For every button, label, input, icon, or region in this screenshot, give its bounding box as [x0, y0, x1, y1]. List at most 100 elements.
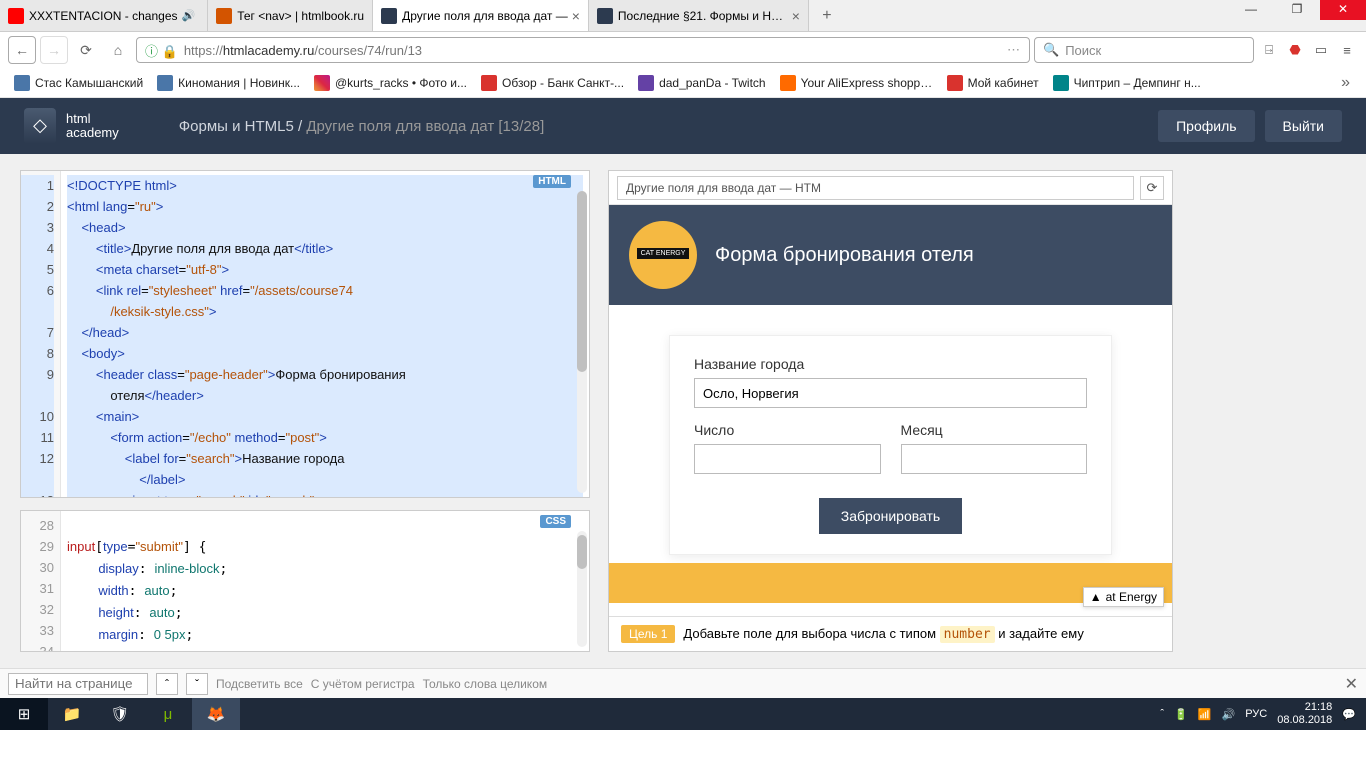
match-case-option[interactable]: С учётом регистра [311, 677, 415, 691]
css-editor[interactable]: CSS 28293031323334 input[type="submit"] … [20, 510, 590, 652]
html-editor[interactable]: HTML 123456 789 101112 13 <!DOCTYPE html… [20, 170, 590, 498]
site-icon [481, 75, 497, 91]
scrollbar[interactable] [577, 531, 587, 647]
close-button[interactable]: ✕ [1320, 0, 1366, 20]
submit-button[interactable]: Забронировать [819, 498, 962, 534]
preview-reload-button[interactable]: ⟳ [1140, 176, 1164, 200]
back-button[interactable]: ← [8, 36, 36, 64]
tab-label: Последние §21. Формы и HTM [618, 9, 788, 23]
search-placeholder: Поиск [1065, 43, 1101, 58]
preview-title: Форма бронирования отеля [715, 244, 974, 267]
logout-button[interactable]: Выйти [1265, 110, 1342, 142]
code-area[interactable]: input[type="submit"] { display: inline-b… [61, 511, 589, 651]
bookmark-item[interactable]: Мой кабинет [941, 73, 1045, 93]
find-bar: ˆ ˇ Подсветить все С учётом регистра Тол… [0, 668, 1366, 698]
url-text: https://htmlacademy.ru/courses/74/run/13 [184, 43, 422, 58]
notifications-icon[interactable]: 💬 [1342, 708, 1356, 721]
highlight-all-option[interactable]: Подсветить все [216, 677, 303, 691]
home-button[interactable]: ⌂ [104, 36, 132, 64]
htmlacademy-header: ◇ htmlacademy Формы и HTML5 / Другие пол… [0, 98, 1366, 154]
chevron-up-icon: ▲ [1090, 590, 1102, 604]
scrollbar[interactable] [577, 191, 587, 493]
url-menu-icon[interactable]: ⋯ [1007, 42, 1021, 58]
browser-tab-strip: XXXTENTACION - changes 🔊 Тег <nav> | htm… [0, 0, 1366, 32]
twitch-icon [638, 75, 654, 91]
vk-icon [157, 75, 173, 91]
day-input[interactable] [694, 444, 881, 474]
bookmarks-bar: Стас Камышанский Киномания | Новинк... @… [0, 68, 1366, 98]
shield-icon: ◇ [24, 108, 56, 144]
battery-icon[interactable]: 🔋 [1174, 708, 1188, 721]
city-input[interactable] [694, 378, 1087, 408]
preview-address[interactable]: Другие поля для ввода дат — HTM [617, 176, 1134, 200]
tab-close-icon[interactable]: × [792, 8, 800, 24]
address-input[interactable]: ⓘ 🔒 https://htmlacademy.ru/courses/74/ru… [136, 37, 1030, 63]
browser-tab[interactable]: XXXTENTACION - changes 🔊 [0, 0, 208, 31]
sidebar-icon[interactable]: ▭ [1310, 39, 1332, 61]
address-bar-row: ← → ⟳ ⌂ ⓘ 🔒 https://htmlacademy.ru/cours… [0, 32, 1366, 68]
tray-chevron-icon[interactable]: ˆ [1160, 708, 1164, 720]
utorrent-button[interactable]: μ [144, 698, 192, 730]
wifi-icon[interactable]: 📶 [1198, 708, 1212, 721]
html-badge: HTML [533, 175, 571, 188]
bookmark-item[interactable]: Киномания | Новинк... [151, 73, 306, 93]
htmlacademy-logo[interactable]: ◇ htmlacademy [24, 108, 119, 144]
info-icon[interactable]: ⓘ 🔒 [145, 41, 178, 60]
breadcrumb-current: Другие поля для ввода дат [306, 118, 498, 135]
forward-button[interactable]: → [40, 36, 68, 64]
reload-button[interactable]: ⟳ [72, 36, 100, 64]
site-icon [1053, 75, 1069, 91]
new-tab-button[interactable]: + [809, 0, 845, 31]
volume-icon[interactable]: 🔊 [1222, 708, 1236, 721]
bookmark-item[interactable]: Your AliExpress shoppi... [774, 73, 939, 93]
aliexpress-icon [780, 75, 796, 91]
goal-code: number [940, 626, 995, 643]
find-prev-button[interactable]: ˆ [156, 673, 178, 695]
site-icon [947, 75, 963, 91]
menu-icon[interactable]: ≡ [1336, 39, 1358, 61]
search-icon: 🔍 [1043, 42, 1059, 58]
bookmarks-overflow-icon[interactable]: » [1333, 74, 1358, 92]
scroll-to-top-button[interactable]: ▲at Energy [1083, 587, 1164, 607]
page-content: ◇ htmlacademy Формы и HTML5 / Другие пол… [0, 98, 1366, 668]
bookmark-item[interactable]: dad_panDa - Twitch [632, 73, 772, 93]
find-close-button[interactable]: ✕ [1345, 674, 1358, 694]
goal-badge: Цель 1 [621, 625, 675, 643]
tab-label: Другие поля для ввода дат — [402, 9, 568, 23]
goal-bar: Цель 1 Добавьте поле для выбора числа с … [609, 616, 1172, 651]
browser-tab-active[interactable]: Другие поля для ввода дат — × [373, 0, 589, 31]
bookmark-item[interactable]: Обзор - Банк Санкт-... [475, 73, 630, 93]
tab-close-icon[interactable]: × [572, 8, 580, 24]
find-input[interactable] [8, 673, 148, 695]
search-input[interactable]: 🔍 Поиск [1034, 37, 1254, 63]
month-label: Месяц [901, 422, 1088, 438]
youtube-icon [8, 8, 24, 24]
firefox-button[interactable]: 🦊 [192, 698, 240, 730]
day-label: Число [694, 422, 881, 438]
browser-tab[interactable]: Последние §21. Формы и HTM × [589, 0, 809, 31]
browser-tab[interactable]: Тег <nav> | htmlbook.ru [208, 0, 373, 31]
bookmark-item[interactable]: Чиптрип – Демпинг н... [1047, 73, 1207, 93]
bookmark-item[interactable]: @kurts_racks • Фото и... [308, 73, 473, 93]
vk-icon [14, 75, 30, 91]
adblock-icon[interactable]: ⬣ [1284, 39, 1306, 61]
whole-words-option[interactable]: Только слова целиком [423, 677, 548, 691]
profile-button[interactable]: Профиль [1158, 110, 1254, 142]
start-button[interactable]: ⊞ [0, 698, 48, 730]
library-icon[interactable]: ⍈ [1258, 39, 1280, 61]
clock[interactable]: 21:18 08.08.2018 [1277, 701, 1332, 727]
language-indicator[interactable]: РУС [1245, 708, 1267, 720]
preview-header: Форма бронирования отеля [609, 205, 1172, 305]
tab-label: Тег <nav> | htmlbook.ru [237, 9, 364, 23]
maximize-button[interactable]: ❐ [1274, 0, 1320, 20]
booking-form: Название города Число Месяц [669, 335, 1112, 555]
breadcrumb-section[interactable]: Формы и HTML5 [179, 118, 294, 135]
sound-icon[interactable]: 🔊 [182, 9, 196, 22]
bookmark-item[interactable]: Стас Камышанский [8, 73, 149, 93]
minimize-button[interactable]: — [1228, 0, 1274, 20]
explorer-button[interactable]: 📁 [48, 698, 96, 730]
find-next-button[interactable]: ˇ [186, 673, 208, 695]
code-area[interactable]: <!DOCTYPE html><html lang="ru"> <head> <… [61, 171, 589, 497]
defender-button[interactable]: 🛡 [96, 698, 144, 730]
month-input[interactable] [901, 444, 1088, 474]
